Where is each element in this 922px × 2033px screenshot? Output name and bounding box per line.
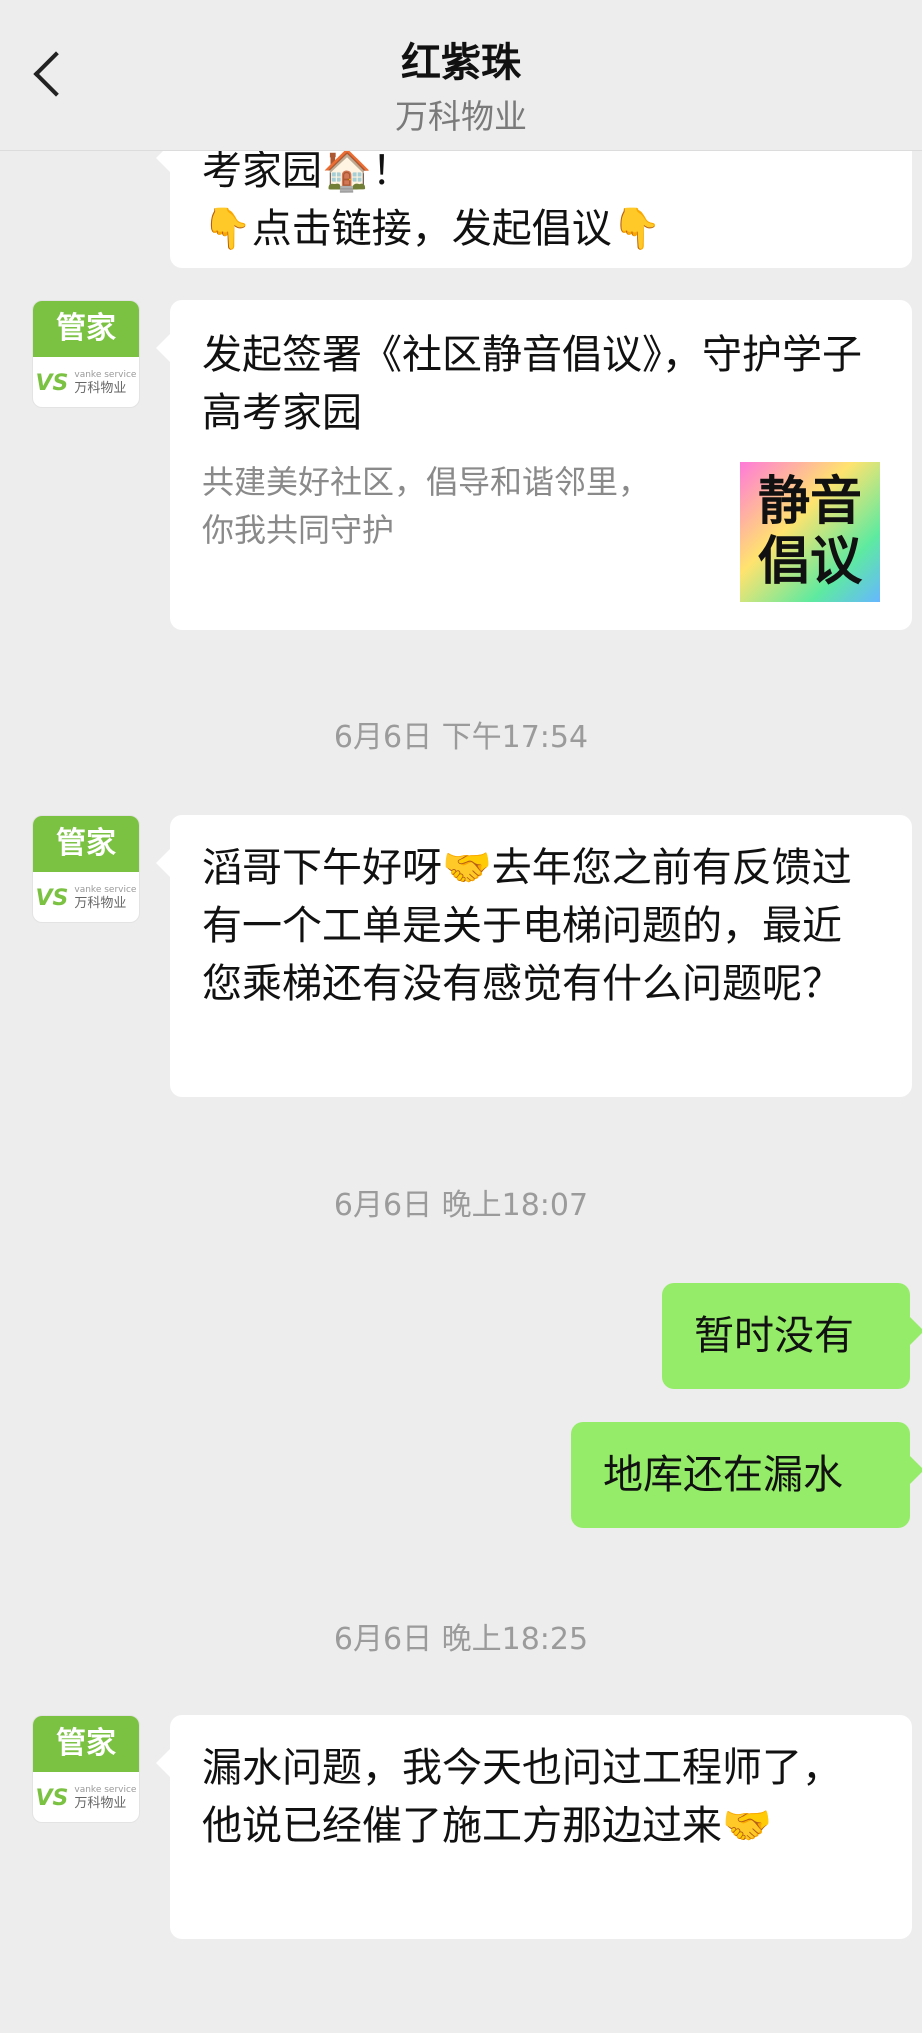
chat-subtitle: 万科物业 <box>395 97 527 136</box>
vanke-logo-icon: VS <box>35 1785 69 1811</box>
chat-header: 红紫珠 万科物业 <box>0 0 922 151</box>
chat-title: 红紫珠 <box>401 40 521 86</box>
avatar-brand-en: vanke service <box>74 884 137 895</box>
message-bubble-elevator[interactable]: 滔哥下午好呀🤝去年您之前有反馈过有一个工单是关于电梯问题的，最近您乘梯还有没有感… <box>156 815 912 1097</box>
avatar-brand-cn: 万科物业 <box>74 895 127 911</box>
timestamp: 6月6日 下午17:54 <box>333 720 589 755</box>
message-bubble-reply-1[interactable]: 暂时没有 <box>662 1283 922 1389</box>
avatar-brand-cn: 万科物业 <box>74 1795 127 1811</box>
message-text: 漏水问题，我今天也问过工程师了，他说已经催了施工方那边过来🤝 <box>202 1745 842 1849</box>
message-text: 滔哥下午好呀🤝去年您之前有反馈过有一个工单是关于电梯问题的，最近您乘梯还有没有感… <box>202 845 852 1007</box>
thumbnail-text-2: 倡议 <box>757 532 862 592</box>
thumbnail-text-1: 静音 <box>757 472 862 532</box>
link-card-description: 共建美好社区，倡导和谐邻里，你我共同守护 <box>202 463 651 549</box>
avatar[interactable]: 管家 VS vanke service 万科物业 <box>32 1715 140 1823</box>
vanke-logo-icon: VS <box>35 885 69 911</box>
link-card[interactable]: 发起签署《社区静音倡议》，守护学子高考家园 共建美好社区，倡导和谐邻里，你我共同… <box>156 300 912 630</box>
link-card-title: 发起签署《社区静音倡议》，守护学子高考家园 <box>202 332 862 436</box>
avatar-label: 管家 <box>33 816 139 872</box>
vanke-logo-icon: VS <box>35 370 69 396</box>
avatar-label: 管家 <box>33 1716 139 1772</box>
timestamp: 6月6日 晚上18:25 <box>333 1622 589 1657</box>
avatar[interactable]: 管家 VS vanke service 万科物业 <box>32 815 140 923</box>
avatar-brand-en: vanke service <box>74 1784 137 1795</box>
avatar-brand-en: vanke service <box>74 369 137 380</box>
timestamp: 6月6日 晚上18:07 <box>333 1188 589 1223</box>
message-bubble-reply-2[interactable]: 地库还在漏水 <box>571 1422 922 1528</box>
partial-line-2: 👇点击链接，发起倡议👇 <box>202 206 662 252</box>
link-card-thumbnail: 静音 倡议 <box>740 462 880 602</box>
avatar[interactable]: 管家 VS vanke service 万科物业 <box>32 300 140 408</box>
avatar-label: 管家 <box>33 301 139 357</box>
message-bubble-leak[interactable]: 漏水问题，我今天也问过工程师了，他说已经催了施工方那边过来🤝 <box>156 1715 912 1939</box>
avatar-brand-cn: 万科物业 <box>74 380 127 396</box>
message-text: 地库还在漏水 <box>603 1452 843 1498</box>
message-text: 暂时没有 <box>694 1313 854 1359</box>
